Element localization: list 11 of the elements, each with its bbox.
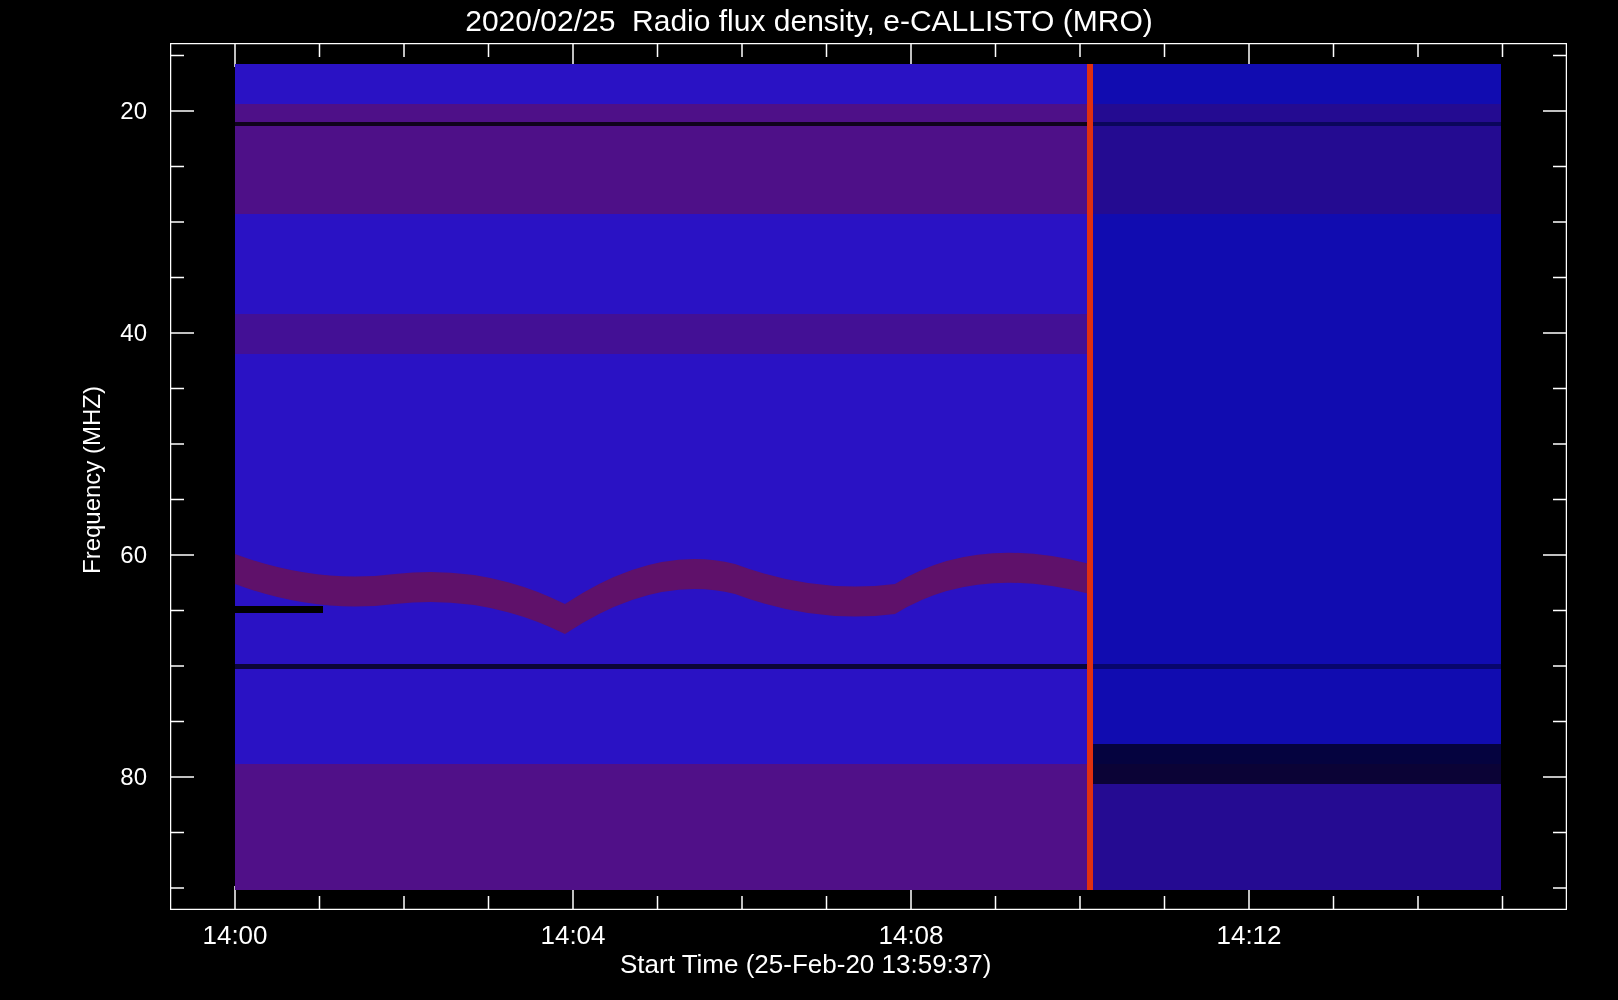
x-tick-label: 14:12	[1216, 920, 1282, 950]
y-tick-label: 20	[120, 97, 147, 125]
y-tick-label: 40	[120, 319, 147, 347]
y-tick-label: 80	[120, 763, 147, 791]
y-axis-label: Frequency (MHZ)	[77, 386, 106, 574]
x-tick-label: 14:08	[878, 920, 944, 950]
x-tick-label: 14:00	[202, 920, 268, 950]
chart-title: 2020/02/25 Radio flux density, e-CALLISTO (MRO)	[464, 3, 1154, 39]
y-tick-label: 60	[120, 541, 147, 569]
x-tick-label: 14:04	[540, 920, 606, 950]
x-axis-label: Start Time (25-Feb-20 13:59:37)	[620, 948, 992, 980]
